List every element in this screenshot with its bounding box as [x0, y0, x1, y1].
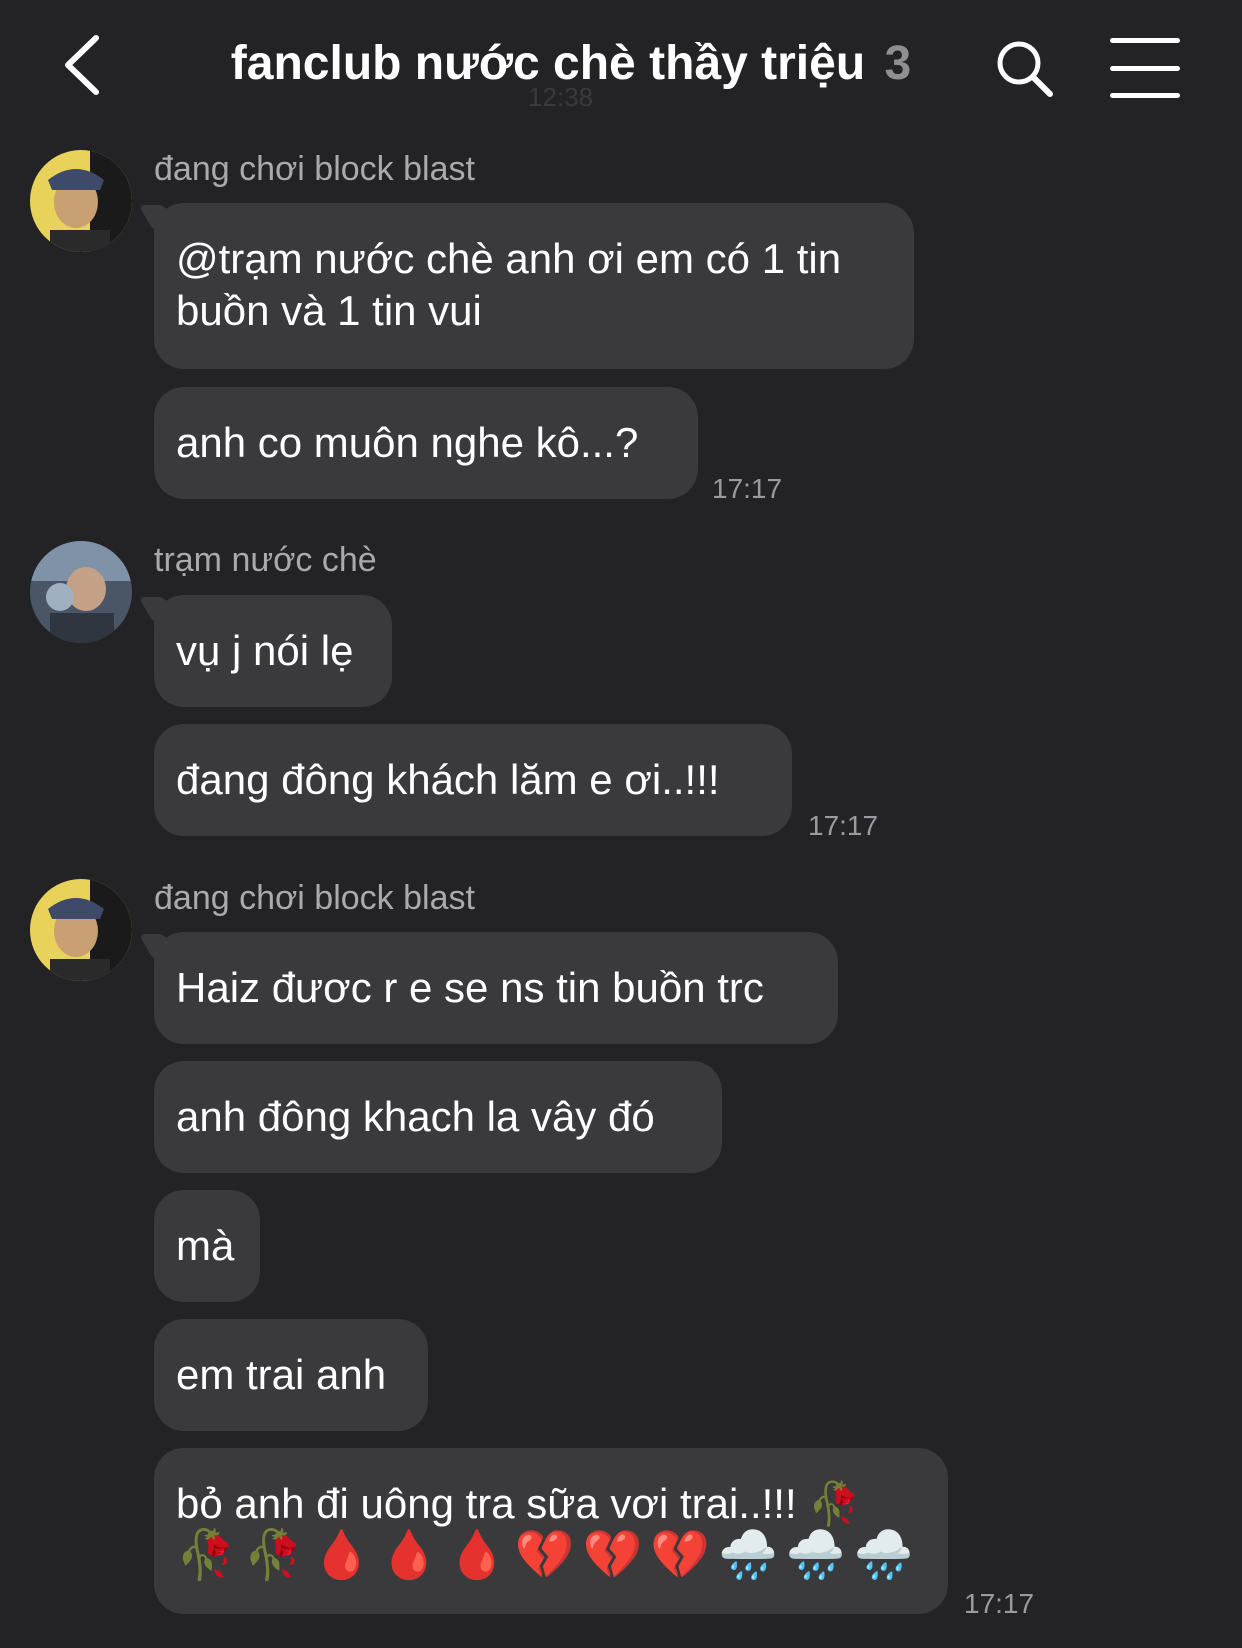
sender-name: đang chơi block blast: [154, 150, 475, 188]
message-bubble[interactable]: Haiz đươc r e se ns tin buồn trc: [154, 932, 838, 1044]
menu-button[interactable]: [1110, 38, 1180, 98]
message-bubble[interactable]: mà: [154, 1190, 260, 1302]
search-icon: [997, 41, 1053, 97]
message-text: em trai anh: [176, 1351, 387, 1398]
message-bubble[interactable]: @trạm nước chè anh ơi em có 1 tin buồn v…: [154, 203, 914, 369]
sender-name: đang chơi block blast: [154, 879, 475, 917]
menu-line: [1110, 38, 1180, 43]
message-bubble[interactable]: vụ j nói lẹ: [154, 595, 392, 707]
message-bubble[interactable]: anh co muôn nghe kô...?: [154, 387, 698, 499]
chevron-left-icon: [65, 35, 99, 95]
search-button[interactable]: [990, 34, 1060, 104]
timestamp: 17:17: [712, 473, 783, 504]
member-count: 3: [884, 37, 912, 90]
message-text: Haiz đươc r e se ns tin buồn trc: [176, 964, 764, 1011]
message-text: @trạm nước chè anh ơi em có 1 tin buồn v…: [176, 235, 842, 334]
message-text: anh đông khach la vây đó: [176, 1093, 655, 1140]
emoji-line: 🥀🥀🩸🩸🩸💔💔💔🌧️🌧️🌧️: [176, 1529, 922, 1582]
message-bubble[interactable]: đang đông khách lăm e ơi..!!!: [154, 724, 792, 836]
timestamp: 17:17: [808, 810, 879, 841]
message-text: vụ j nói lẹ: [176, 627, 354, 674]
avatar[interactable]: [30, 150, 132, 252]
sender-name: trạm nước chè: [154, 541, 377, 579]
message-text: đang đông khách lăm e ơi..!!!: [176, 756, 720, 803]
menu-line: [1110, 93, 1180, 98]
message-bubble[interactable]: em trai anh: [154, 1319, 428, 1431]
message-bubble[interactable]: anh đông khach la vây đó: [154, 1061, 722, 1173]
avatar-image: [30, 541, 132, 643]
message-text: bỏ anh đi uông tra sữa vơi trai..!!! 🥀: [176, 1480, 861, 1527]
chat-header: 12:38 fanclub nước chè thầy triệu 3: [0, 0, 1242, 140]
avatar[interactable]: [30, 879, 132, 981]
avatar-image: [30, 879, 132, 981]
chat-title[interactable]: fanclub nước chè thầy triệu 3: [200, 36, 942, 91]
group-name: fanclub nước chè thầy triệu: [230, 37, 866, 90]
message-bubble[interactable]: bỏ anh đi uông tra sữa vơi trai..!!! 🥀 🥀…: [154, 1448, 948, 1614]
back-button[interactable]: [52, 30, 112, 100]
message-text: anh co muôn nghe kô...?: [176, 419, 639, 466]
message-text: mà: [176, 1222, 235, 1269]
timestamp: 17:17: [964, 1588, 1035, 1619]
avatar[interactable]: [30, 541, 132, 643]
avatar-image: [30, 150, 132, 252]
menu-line: [1110, 65, 1180, 71]
